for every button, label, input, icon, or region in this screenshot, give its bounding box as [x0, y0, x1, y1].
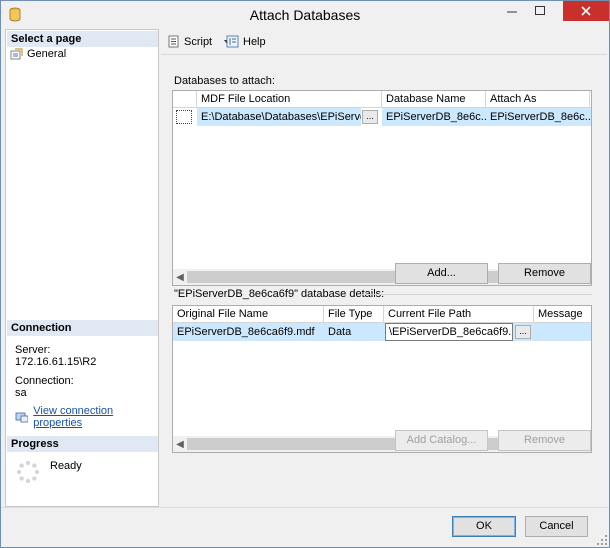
close-icon [581, 6, 591, 16]
progress-status: Ready [50, 460, 82, 472]
attach-row-header-corner [173, 91, 197, 108]
col-owner[interactable]: O [590, 91, 591, 108]
cell-mdf-location[interactable]: E:\Database\Databases\EPiServer... [197, 108, 361, 126]
cell-database-name[interactable]: EPiServerDB_8e6c... [382, 108, 486, 126]
attach-databases-window: Attach Databases Select a page General C… [0, 0, 610, 548]
progress-spinner-icon [16, 460, 40, 484]
col-original-file-name[interactable]: Original File Name [173, 306, 324, 323]
cell-original-file[interactable]: EPiServerDB_8e6ca6f9.mdf [173, 323, 324, 341]
col-mdf-file-location[interactable]: MDF File Location [197, 91, 382, 108]
row-focus-box [176, 110, 192, 124]
connection-properties-icon [15, 412, 29, 423]
scroll-left-icon[interactable]: ◀ [175, 439, 185, 450]
view-connection-row: View connection properties [15, 405, 158, 429]
help-icon [226, 35, 239, 48]
add-catalog-button[interactable]: Add Catalog... [395, 430, 488, 451]
server-label: Server: [15, 344, 51, 356]
col-message[interactable]: Message [534, 306, 591, 323]
table-row[interactable]: EPiServerDB_8e6ca6f9.mdf Data \EPiServer… [173, 323, 591, 341]
right-pane: Script Help Databases to attach: MDF Fil… [161, 29, 607, 507]
connection-value: sa [15, 387, 27, 399]
minimize-icon [507, 11, 517, 13]
script-label: Script [184, 35, 213, 48]
current-file-path-input[interactable]: \EPiServerDB_8e6ca6f9.mdf [385, 323, 513, 341]
toolbar: Script Help [161, 29, 607, 55]
col-current-file-path[interactable]: Current File Path [384, 306, 534, 323]
mdf-browse-button[interactable]: ... [362, 110, 378, 124]
general-page-icon [10, 48, 23, 60]
col-file-type[interactable]: File Type [324, 306, 384, 323]
page-item-label: General [27, 48, 67, 60]
script-icon [168, 35, 179, 48]
left-pane: Select a page General Connection Server:… [5, 29, 159, 507]
database-details-label: "EPiServerDB_8e6ca6f9" database details: [174, 288, 385, 300]
col-attach-as[interactable]: Attach As [486, 91, 590, 108]
remove-attach-button[interactable]: Remove [498, 263, 591, 284]
databases-to-attach-label: Databases to attach: [174, 75, 275, 87]
details-grid-header: Original File Name File Type Current Fil… [173, 306, 591, 323]
close-button[interactable] [563, 1, 609, 21]
minimize-button[interactable] [498, 1, 526, 21]
bottom-bar: OK Cancel [1, 507, 609, 547]
details-separator [359, 294, 592, 295]
server-value: 172.16.61.15\R2 [15, 356, 97, 368]
cell-file-type[interactable]: Data [324, 323, 384, 341]
attach-grid-header: MDF File Location Database Name Attach A… [173, 91, 591, 108]
col-database-name[interactable]: Database Name [382, 91, 486, 108]
cancel-button[interactable]: Cancel [525, 516, 588, 537]
add-button[interactable]: Add... [395, 263, 488, 284]
title-bar: Attach Databases [1, 1, 609, 29]
select-page-header: Select a page [7, 31, 158, 47]
progress-header: Progress [7, 436, 158, 452]
table-row[interactable]: E:\Database\Databases\EPiServer... ... E… [173, 108, 591, 126]
scroll-left-icon[interactable]: ◀ [175, 272, 185, 283]
maximize-icon [535, 6, 545, 15]
remove-details-button[interactable]: Remove [498, 430, 591, 451]
row-selector[interactable] [173, 108, 197, 126]
maximize-button[interactable] [526, 1, 554, 21]
help-button[interactable]: Help [226, 35, 266, 48]
help-label: Help [243, 35, 266, 48]
ok-button[interactable]: OK [452, 516, 516, 537]
page-item-general[interactable]: General [10, 47, 66, 61]
script-button[interactable]: Script [167, 35, 233, 48]
cell-attach-as[interactable]: EPiServerDB_8e6c... [486, 108, 591, 126]
path-browse-button[interactable]: ... [515, 325, 531, 339]
resize-grip-icon[interactable] [597, 535, 607, 545]
attach-grid[interactable]: MDF File Location Database Name Attach A… [172, 90, 592, 286]
connection-label: Connection: [15, 375, 74, 387]
view-connection-properties-link[interactable]: View connection properties [33, 405, 158, 429]
connection-header: Connection [7, 320, 158, 336]
